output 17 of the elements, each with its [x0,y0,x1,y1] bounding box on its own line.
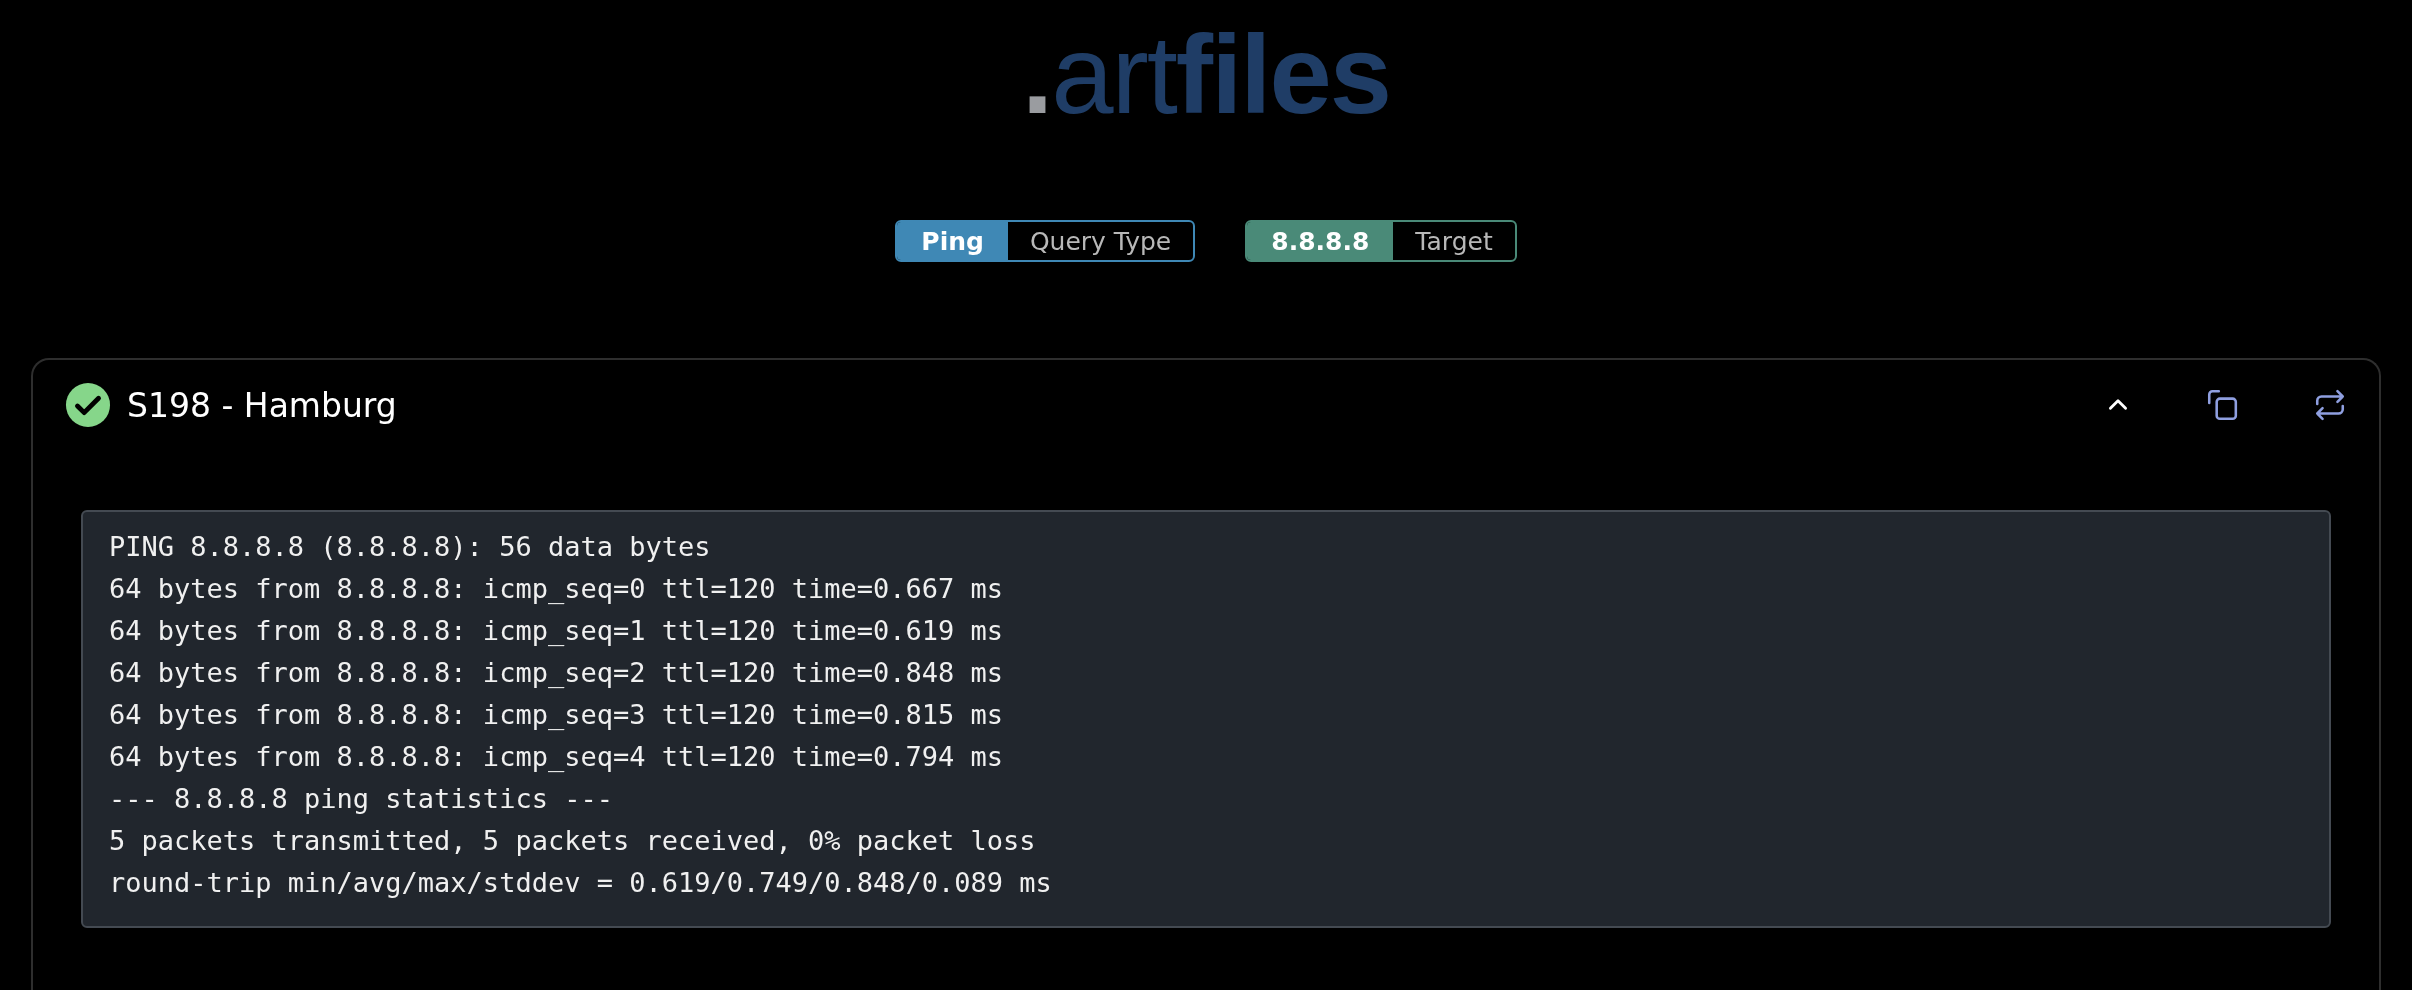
output-line: 64 bytes from 8.8.8.8: icmp_seq=1 ttl=120 time=0.619 ms [109,614,1004,648]
output-line: 64 bytes from 8.8.8.8: icmp_seq=0 ttl=120 time=0.667 ms [109,572,1004,606]
output-line: --- 8.8.8.8 ping statistics --- [109,782,613,816]
copy-icon[interactable] [2205,388,2239,422]
output-line: 64 bytes from 8.8.8.8: icmp_seq=2 ttl=120 time=0.848 ms [109,656,1004,690]
output-line: 5 packets transmitted, 5 packets received, 0% packet loss [109,824,1036,858]
logo-text: art [1051,11,1176,139]
output-line: round-trip min/avg/max/stddev = 0.619/0.749/0.848/0.089 ms [109,866,1052,900]
repeat-icon[interactable] [2313,388,2347,422]
logo-dot: . [1022,11,1052,139]
query-tag: 8.8.8.8 Target [1245,220,1517,262]
output-line: PING 8.8.8.8 (8.8.8.8): 56 data bytes [109,530,711,564]
output-line: 64 bytes from 8.8.8.8: icmp_seq=4 ttl=120 time=0.794 ms [109,740,1004,774]
logo-text: files [1175,11,1390,139]
server-title: S198 - Hamburg [127,385,397,425]
output-line: 64 bytes from 8.8.8.8: icmp_seq=3 ttl=120 time=0.815 ms [109,698,1004,732]
query-tag: Ping Query Type [895,220,1196,262]
